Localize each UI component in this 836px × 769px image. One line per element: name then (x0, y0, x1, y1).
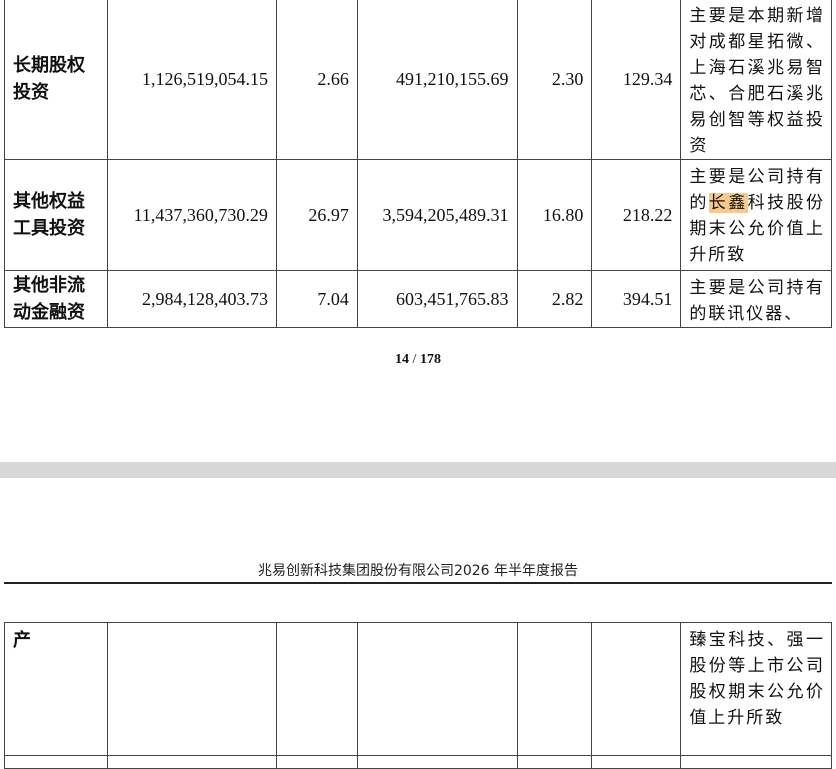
current-amount-cell: 1,126,519,054.15 (107, 0, 277, 160)
table-row: 长期股权 投资 1,126,519,054.15 2.66 491,210,15… (3, 0, 832, 160)
prior-pct-cell: 2.30 (516, 0, 593, 160)
item-name-line2: 动金融资 (13, 302, 85, 323)
note-cell: 主要是本期新增对成都星拓微、上海石溪兆易智芯、合肥石溪兆易创智等权益投资 (680, 0, 832, 160)
prior-pct-cell: 2.82 (516, 270, 593, 328)
item-name-cell: 其他权益 工具投资 (3, 159, 109, 271)
current-pct-cell: 7.04 (275, 270, 358, 328)
item-name-line2: 投资 (13, 82, 49, 103)
item-name-cell: 其他非流 动金融资 (3, 270, 109, 328)
current-amount-cell (107, 622, 277, 756)
item-name-line2: 工具投资 (13, 218, 85, 239)
page-number-total: 178 (419, 352, 441, 367)
current-pct-cell (275, 622, 358, 756)
current-amount-cell: 2,984,128,403.73 (107, 270, 277, 328)
prior-pct-cell: 16.80 (516, 159, 593, 271)
change-pct-cell: 394.51 (591, 270, 682, 328)
change-pct-cell (591, 622, 682, 756)
page-number-current: 14 (395, 352, 410, 367)
page-14: 长期股权 投资 1,126,519,054.15 2.66 491,210,15… (0, 0, 836, 462)
change-pct-cell: 129.34 (591, 0, 682, 160)
page-number: 14 / 178 (0, 352, 836, 368)
table-row (3, 755, 832, 769)
current-pct-cell: 2.66 (275, 0, 358, 160)
header-divider (4, 582, 832, 584)
search-highlight: 长鑫 (708, 193, 748, 213)
table-row: 产 臻宝科技、强一股份等上市公司股权期末公允价值上升所致 (3, 622, 832, 756)
current-pct-cell: 26.97 (275, 159, 358, 271)
table-row: 其他权益 工具投资 11,437,360,730.29 26.97 3,594,… (3, 159, 832, 271)
change-pct-cell: 218.22 (591, 159, 682, 271)
page-15: 兆易创新科技集团股份有限公司2026 年半年度报告 产 臻宝科技、强一股份等上市… (0, 478, 836, 769)
prior-amount-cell: 603,451,765.83 (356, 270, 518, 328)
item-name-line1: 长期股权 (13, 55, 85, 76)
table-row: 其他非流 动金融资 2,984,128,403.73 7.04 603,451,… (3, 270, 832, 328)
note-cell: 主要是公司持有的联讯仪器、 (680, 270, 832, 328)
balance-sheet-table: 长期股权 投资 1,126,519,054.15 2.66 491,210,15… (3, 0, 832, 328)
prior-amount-cell: 3,594,205,489.31 (356, 159, 518, 271)
note-cell: 主要是公司持有的长鑫科技股份期末公允价值上升所致 (680, 159, 832, 271)
page-number-separator: / (412, 352, 417, 367)
balance-sheet-table-continued: 产 臻宝科技、强一股份等上市公司股权期末公允价值上升所致 (3, 622, 832, 769)
report-header-title: 兆易创新科技集团股份有限公司2026 年半年度报告 (257, 563, 579, 579)
prior-amount-cell: 491,210,155.69 (356, 0, 518, 160)
item-name-cell: 产 (3, 622, 109, 756)
current-amount-cell: 11,437,360,730.29 (107, 159, 277, 271)
prior-pct-cell (516, 622, 593, 756)
item-name-line1: 其他权益 (13, 191, 85, 212)
page-gap (0, 462, 836, 478)
item-name-cell: 长期股权 投资 (3, 0, 109, 160)
note-cell: 臻宝科技、强一股份等上市公司股权期末公允价值上升所致 (680, 622, 832, 756)
item-name-line1: 其他非流 (13, 275, 85, 296)
prior-amount-cell (356, 622, 518, 756)
